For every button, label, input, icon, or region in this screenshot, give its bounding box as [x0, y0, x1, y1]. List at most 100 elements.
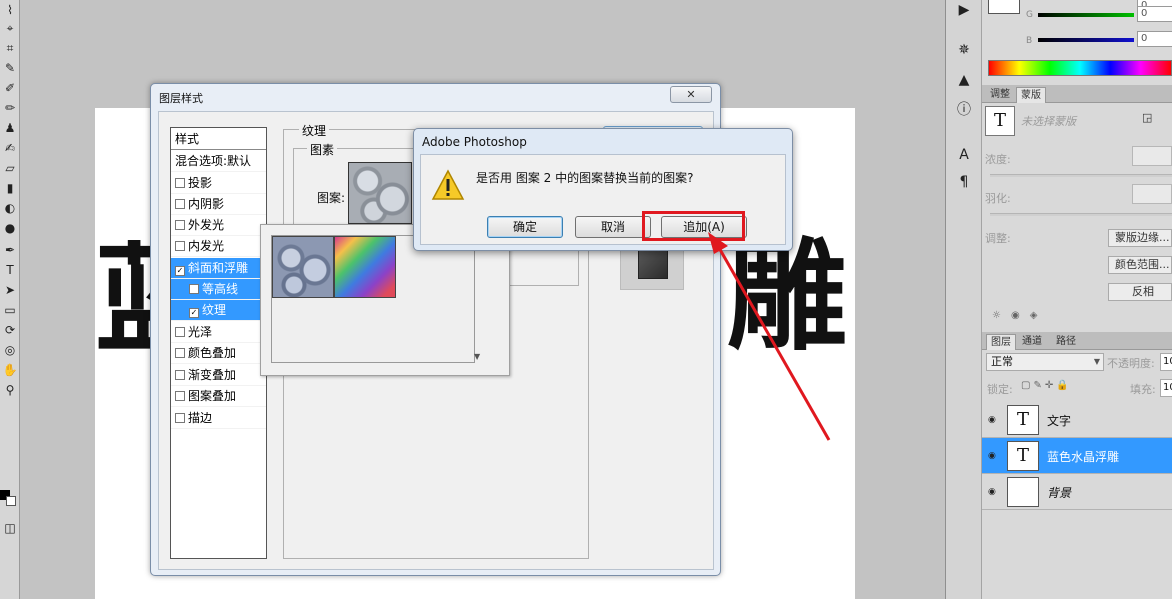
checkbox[interactable] — [175, 391, 185, 401]
checkbox[interactable] — [175, 199, 185, 209]
play-action-icon[interactable]: ▶ — [953, 0, 975, 20]
histogram-icon[interactable]: ▲ — [953, 70, 975, 90]
style-item-bevel-emboss[interactable]: ✓ 斜面和浮雕 — [171, 258, 266, 279]
type-tool-icon[interactable]: T — [2, 262, 18, 278]
3d-rotate-tool-icon[interactable]: ⟳ — [2, 322, 18, 338]
style-item-outer-glow[interactable]: 外发光 — [171, 215, 266, 236]
blur-tool-icon[interactable]: ◐ — [2, 200, 18, 216]
layer-row-text[interactable]: ◉ T 文字 — [982, 402, 1172, 438]
style-item-color-overlay[interactable]: 颜色叠加 — [171, 343, 266, 364]
b-slider[interactable] — [1038, 38, 1134, 42]
feather-field[interactable] — [1132, 184, 1172, 204]
lock-icons[interactable]: ▢✎✛🔒 — [1021, 380, 1072, 391]
scroll-down-icon[interactable]: ▼ — [474, 352, 480, 361]
feather-slider[interactable] — [990, 213, 1172, 216]
color-range-button[interactable]: 颜色范围... — [1108, 256, 1172, 274]
visibility-eye-icon[interactable]: ◉ — [988, 451, 1000, 461]
tab-layers[interactable]: 图层 — [986, 334, 1016, 350]
style-item-stroke[interactable]: 描边 — [171, 408, 266, 429]
hand-tool-icon[interactable]: ✋ — [2, 362, 18, 378]
history-brush-tool-icon[interactable]: ✍ — [2, 140, 18, 156]
gradient-tool-icon[interactable]: ▮ — [2, 180, 18, 196]
crop-tool-icon[interactable]: ⌗ — [2, 40, 18, 56]
style-item-contour[interactable]: 等高线 — [171, 279, 266, 300]
fill-field[interactable]: 10 — [1160, 379, 1172, 397]
checkbox[interactable] — [175, 370, 185, 380]
dodge-tool-icon[interactable]: ● — [2, 220, 18, 236]
style-item-texture[interactable]: ✓ 纹理 — [171, 300, 266, 321]
opacity-label: 不透明度: — [1107, 357, 1155, 370]
color-spectrum-bar[interactable] — [988, 60, 1172, 76]
refine-label: 调整: — [985, 232, 1011, 245]
density-field[interactable] — [1132, 146, 1172, 166]
3d-orbit-tool-icon[interactable]: ◎ — [2, 342, 18, 358]
tab-channels[interactable]: 通道 — [1018, 334, 1046, 350]
g-value-field[interactable]: 0 — [1137, 6, 1172, 22]
item-label: 图案叠加 — [188, 389, 237, 403]
background-color-swatch[interactable] — [6, 496, 16, 506]
opacity-field[interactable]: 10 — [1160, 353, 1172, 371]
healing-tool-icon[interactable]: ✐ — [2, 80, 18, 96]
zoom-tool-icon[interactable]: ⚲ — [2, 382, 18, 398]
preview-swatch — [638, 249, 668, 279]
stamp-tool-icon[interactable]: ♟ — [2, 120, 18, 136]
checkbox[interactable] — [175, 348, 185, 358]
visibility-eye-icon[interactable]: ◉ — [988, 415, 1000, 425]
style-item-satin[interactable]: 光泽 — [171, 322, 266, 343]
checkbox[interactable] — [175, 327, 185, 337]
lasso-tool-icon[interactable]: ⌇ — [2, 2, 18, 18]
checkbox[interactable] — [189, 284, 199, 294]
layer-row-blue-crystal[interactable]: ◉ T 蓝色水晶浮雕 — [982, 438, 1172, 474]
style-item-drop-shadow[interactable]: 投影 — [171, 173, 266, 194]
g-slider[interactable] — [1038, 13, 1134, 17]
navigator-icon[interactable]: ✵ — [953, 40, 975, 60]
eyedropper-tool-icon[interactable]: ✎ — [2, 60, 18, 76]
path-select-tool-icon[interactable]: ➤ — [2, 282, 18, 298]
dialog-title: 图层样式 — [159, 92, 203, 105]
brush-tool-icon[interactable]: ✏ — [2, 100, 18, 116]
tab-masks[interactable]: 蒙版 — [1016, 87, 1046, 103]
info-icon[interactable]: ⓘ — [953, 100, 975, 120]
quick-mask-icon[interactable]: ◫ — [2, 520, 18, 536]
checkbox[interactable] — [175, 220, 185, 230]
style-item-inner-glow[interactable]: 内发光 — [171, 236, 266, 257]
mask-edge-button[interactable]: 蒙版边缘... — [1108, 229, 1172, 247]
panel-dock-icons: ▶ ✵ ▲ ⓘ A ¶ — [945, 0, 982, 599]
checkbox[interactable] — [175, 241, 185, 251]
eraser-tool-icon[interactable]: ▱ — [2, 160, 18, 176]
close-button[interactable]: ✕ — [670, 86, 712, 103]
pattern-swatch-rainbow[interactable] — [334, 236, 396, 298]
visibility-eye-icon[interactable]: ◉ — [988, 487, 1000, 497]
paragraph-icon[interactable]: ¶ — [953, 172, 975, 192]
blend-mode-select[interactable]: 正常 ▼ — [986, 353, 1104, 371]
tab-paths[interactable]: 路径 — [1052, 334, 1080, 350]
mask-footer-icons[interactable]: ☼◉◈ — [992, 310, 1047, 321]
pattern-picker-thumbnail[interactable] — [348, 162, 412, 224]
character-icon[interactable]: A — [953, 145, 975, 165]
styles-header[interactable]: 样式 — [171, 128, 266, 150]
item-label: 等高线 — [202, 282, 239, 296]
tab-adjustments[interactable]: 调整 — [986, 87, 1014, 103]
style-item-inner-shadow[interactable]: 内阴影 — [171, 194, 266, 215]
invert-button[interactable]: 反相 — [1108, 283, 1172, 301]
blend-options-item[interactable]: 混合选项:默认 — [171, 151, 266, 172]
checkbox-checked[interactable]: ✓ — [189, 308, 199, 318]
ok-button[interactable]: 确定 — [487, 216, 563, 238]
density-slider[interactable] — [990, 174, 1172, 177]
cancel-button[interactable]: 取消 — [575, 216, 651, 238]
layer-row-background[interactable]: ◉ 背景 — [982, 474, 1172, 510]
shape-tool-icon[interactable]: ▭ — [2, 302, 18, 318]
item-label: 内阴影 — [188, 197, 225, 211]
style-item-gradient-overlay[interactable]: 渐变叠加 — [171, 365, 266, 386]
item-label: 描边 — [188, 411, 213, 425]
pattern-swatch-bubbles[interactable] — [272, 236, 334, 298]
style-item-pattern-overlay[interactable]: 图案叠加 — [171, 386, 266, 407]
color-preview-swatch[interactable] — [988, 0, 1020, 14]
checkbox[interactable] — [175, 178, 185, 188]
pen-tool-icon[interactable]: ✒ — [2, 242, 18, 258]
checkbox-checked[interactable]: ✓ — [175, 266, 185, 276]
b-value-field[interactable]: 0 — [1137, 31, 1172, 47]
checkbox[interactable] — [175, 413, 185, 423]
pixel-mask-icon[interactable]: ◲ — [1142, 111, 1152, 124]
quick-select-tool-icon[interactable]: ⌖ — [2, 20, 18, 36]
